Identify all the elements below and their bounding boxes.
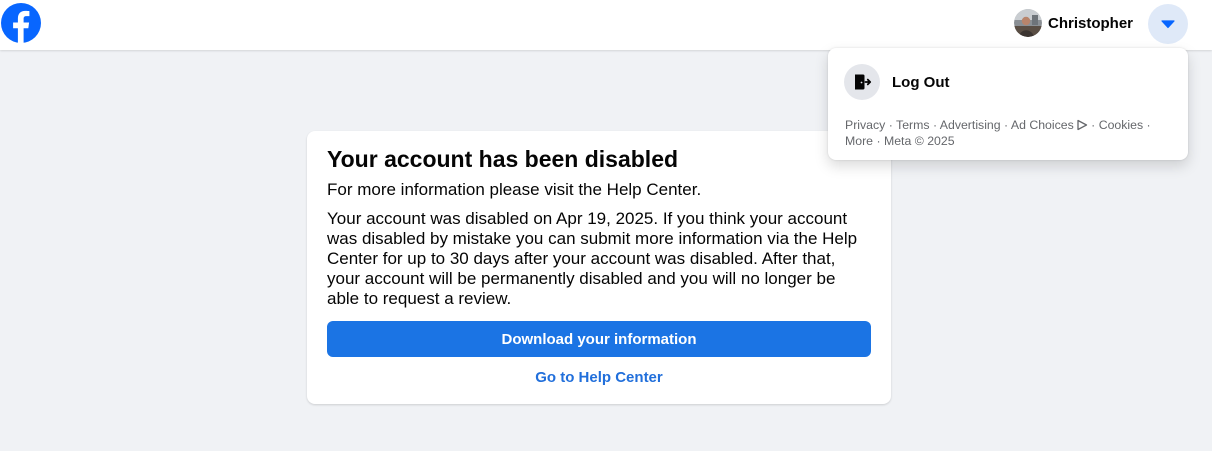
terms-link[interactable]: Terms	[896, 118, 929, 132]
account-menu-button[interactable]	[1148, 4, 1188, 44]
profile-name: Christopher	[1048, 14, 1134, 32]
help-center-link[interactable]: Go to Help Center	[327, 369, 871, 389]
user-avatar	[1014, 9, 1042, 37]
logout-menu-item[interactable]: Log Out	[836, 56, 1180, 108]
separator: ·	[1087, 118, 1099, 132]
meta-copyright: Meta © 2025	[883, 134, 955, 148]
cookies-link[interactable]: Cookies	[1099, 118, 1143, 132]
card-subtitle: For more information please visit the He…	[327, 180, 702, 199]
account-dropdown-menu: Log Out Privacy · Terms · Advertising · …	[828, 48, 1188, 160]
ad-choices-label: Ad Choices	[1010, 118, 1074, 132]
account-disabled-card: Your account has been disabled For more …	[307, 131, 891, 404]
profile-button[interactable]: Christopher	[1014, 9, 1133, 37]
download-information-button[interactable]: Download your information	[327, 321, 871, 357]
logout-icon-container	[844, 64, 880, 100]
caret-down-icon	[1161, 20, 1175, 29]
more-link[interactable]: More	[845, 134, 873, 148]
card-description: Your account was disabled on Apr 19, 202…	[327, 209, 858, 308]
separator: ·	[873, 134, 884, 148]
separator: ·	[929, 118, 940, 132]
facebook-logo-icon[interactable]	[1, 3, 41, 43]
logout-label: Log Out	[892, 73, 950, 91]
footer-links: Privacy · Terms · Advertising · Ad Choic…	[845, 117, 1175, 149]
logout-door-icon	[855, 74, 872, 90]
separator: ·	[1000, 118, 1011, 132]
page-title: Your account has been disabled	[327, 146, 679, 172]
ad-choices-link[interactable]: Ad Choices	[1011, 118, 1088, 132]
ad-choices-icon	[1077, 119, 1087, 131]
separator: ·	[885, 118, 897, 132]
privacy-link[interactable]: Privacy	[845, 118, 885, 132]
separator: ·	[1143, 118, 1151, 132]
top-navigation-bar: Christopher	[0, 0, 1212, 50]
advertising-link[interactable]: Advertising	[940, 118, 1001, 132]
